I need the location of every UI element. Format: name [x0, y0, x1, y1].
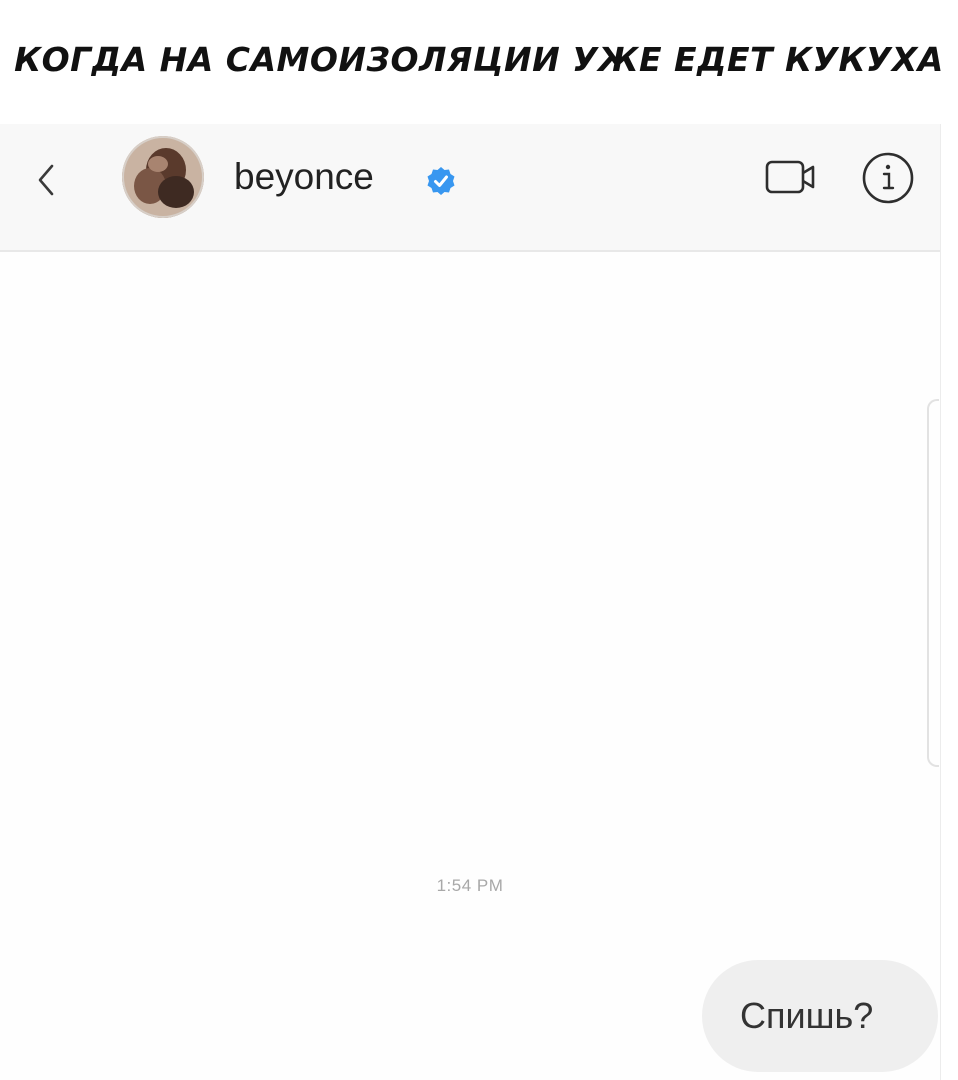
- outgoing-message-bubble[interactable]: Спишь?: [702, 960, 938, 1072]
- scrollbar[interactable]: [927, 399, 939, 767]
- meme-caption: КОГДА НА САМОИЗОЛЯЦИИ УЖЕ ЕДЕТ КУКУХА: [14, 40, 944, 79]
- verified-badge-icon: [425, 165, 457, 197]
- video-call-button[interactable]: [763, 154, 823, 200]
- info-button[interactable]: [860, 150, 916, 206]
- screenshot-edge: [940, 124, 958, 1080]
- profile-photo: [122, 136, 204, 218]
- avatar[interactable]: [122, 136, 204, 218]
- meme-page: КОГДА НА САМОИЗОЛЯЦИИ УЖЕ ЕДЕТ КУКУХА be: [0, 0, 958, 1080]
- video-camera-icon: [765, 160, 815, 194]
- message-text: Спишь?: [740, 995, 874, 1036]
- chat-screenshot: beyonce 1:54 PM Спишь?: [0, 124, 940, 1080]
- info-icon: [862, 152, 914, 204]
- chevron-left-icon: [38, 164, 54, 196]
- chat-header: beyonce: [0, 124, 940, 252]
- message-timestamp: 1:54 PM: [436, 876, 504, 895]
- back-button[interactable]: [30, 160, 66, 200]
- chat-username[interactable]: beyonce: [234, 154, 374, 200]
